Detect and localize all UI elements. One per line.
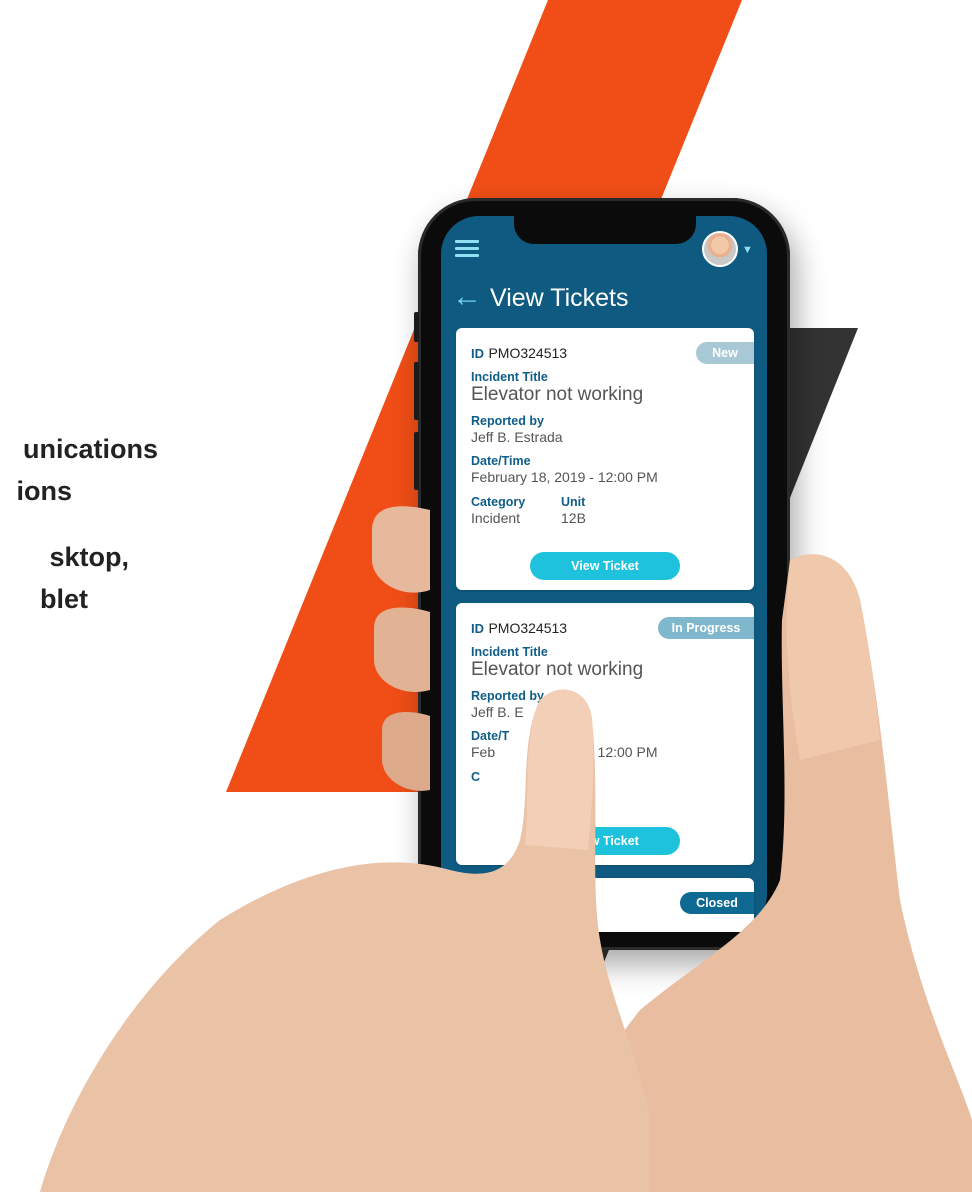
promo-stage: unications ions sktop, blet ▼ ← View Tic… xyxy=(0,0,972,1192)
holding-hand xyxy=(40,506,972,1192)
